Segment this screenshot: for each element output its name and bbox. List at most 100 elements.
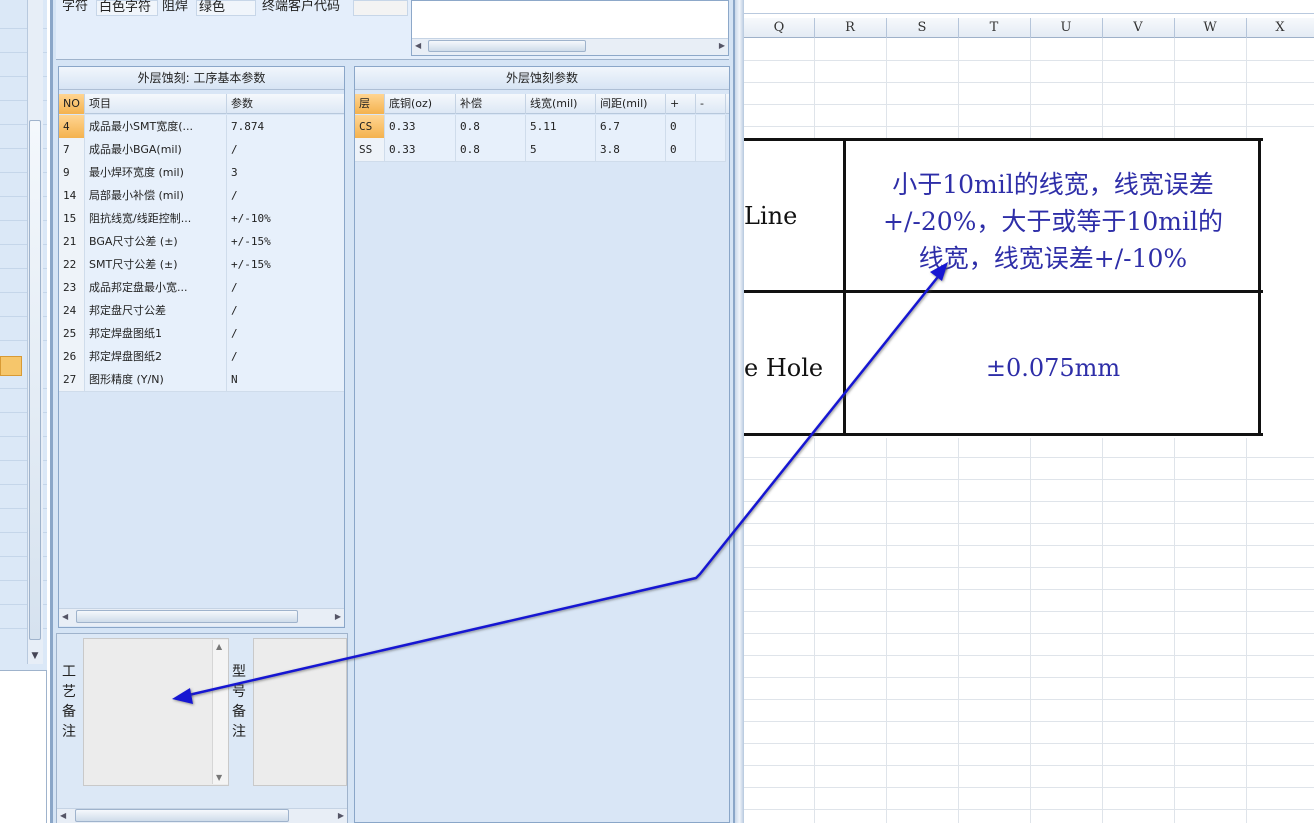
row-item: 局部最小补偿 (mil) (85, 184, 227, 207)
top-scroll-thumb[interactable] (428, 40, 586, 52)
col-layer-header[interactable]: 层 (355, 94, 385, 114)
column-header-u[interactable]: U (1030, 18, 1103, 38)
etching-params-title: 外层蚀刻参数 (355, 67, 729, 90)
char-value-field[interactable]: 白色字符 (96, 0, 158, 16)
row-param[interactable]: +/-15% (227, 253, 344, 276)
row-base-copper[interactable]: 0.33 (385, 138, 456, 161)
row-line-width[interactable]: 5.11 (526, 115, 596, 138)
basic-params-title: 外层蚀刻: 工序基本参数 (59, 67, 344, 90)
scroll-right-arrow-icon[interactable]: ▶ (335, 612, 341, 621)
basic-params-panel: 外层蚀刻: 工序基本参数 NO 项目 参数 4 成品最小SMT宽度(... 7.… (58, 66, 345, 628)
row-compensation[interactable]: 0.8 (456, 138, 526, 161)
etching-params-header: 层 底铜(oz) 补偿 线宽(mil) 间距(mil) + - (355, 94, 729, 114)
table-row[interactable]: 25 邦定焊盘图纸1 / (59, 322, 344, 346)
row-param[interactable]: 7.874 (227, 115, 344, 138)
mask-value-field[interactable]: 绿色 (196, 0, 256, 16)
scroll-up-arrow-icon[interactable]: ▲ (216, 642, 222, 651)
process-notes-scrollbar[interactable]: ▲ ▼ (212, 640, 228, 784)
row-no: 9 (59, 161, 85, 184)
column-header-s[interactable]: S (886, 18, 959, 38)
row-line-width[interactable]: 5 (526, 138, 596, 161)
row-spacing[interactable]: 3.8 (596, 138, 666, 161)
col-spacing-header[interactable]: 间距(mil) (596, 94, 666, 114)
row-param[interactable]: +/-10% (227, 207, 344, 230)
row-param[interactable]: / (227, 299, 344, 322)
col-item-header[interactable]: 项目 (85, 94, 227, 114)
hole-value-cell[interactable]: ±0.075mm (854, 354, 1252, 382)
col-param-header[interactable]: 参数 (227, 94, 344, 114)
scroll-right-arrow-icon[interactable]: ▶ (719, 41, 725, 50)
column-header-t[interactable]: T (958, 18, 1031, 38)
scroll-left-arrow-icon[interactable]: ◀ (415, 41, 421, 50)
table-row[interactable]: 14 局部最小补偿 (mil) / (59, 184, 344, 208)
column-header-r[interactable]: R (814, 18, 887, 38)
process-notes-textarea[interactable] (83, 638, 229, 786)
scroll-left-arrow-icon[interactable]: ◀ (62, 612, 68, 621)
col-base-copper-header[interactable]: 底铜(oz) (385, 94, 456, 114)
row-layer: SS (355, 138, 385, 161)
scroll-down-arrow-icon[interactable]: ▼ (216, 773, 222, 782)
table-row[interactable]: 4 成品最小SMT宽度(... 7.874 (59, 115, 344, 139)
row-param[interactable]: N (227, 368, 344, 391)
col-line-width-header[interactable]: 线宽(mil) (526, 94, 596, 114)
background-selected-row[interactable] (0, 356, 22, 376)
col-plus-header[interactable]: + (666, 94, 696, 114)
scroll-right-arrow-icon[interactable]: ▶ (338, 811, 344, 820)
model-notes-label: 型号备注 (232, 662, 248, 742)
row-param[interactable]: +/-15% (227, 230, 344, 253)
row-param[interactable]: 3 (227, 161, 344, 184)
column-header-w[interactable]: W (1174, 18, 1247, 38)
table-row[interactable]: 26 邦定焊盘图纸2 / (59, 345, 344, 369)
row-no: 7 (59, 138, 85, 161)
scroll-down-arrow-icon[interactable]: ▼ (27, 648, 43, 664)
table-row[interactable]: 27 图形精度 (Y/N) N (59, 368, 344, 392)
column-header-v[interactable]: V (1102, 18, 1175, 38)
spec-table[interactable]: Line 小于10mil的线宽，线宽误差 +/-20%，大于或等于10mil的 … (744, 138, 1263, 438)
line-value-cell[interactable]: 小于10mil的线宽，线宽误差 +/-20%，大于或等于10mil的 线宽，线宽… (854, 166, 1252, 277)
row-base-copper[interactable]: 0.33 (385, 115, 456, 138)
table-row[interactable]: 23 成品邦定盘最小宽... / (59, 276, 344, 300)
table-row[interactable]: CS 0.33 0.8 5.11 6.7 0 (355, 115, 726, 139)
model-notes-textarea[interactable] (253, 638, 347, 786)
hole-label-cell[interactable]: e Hole (744, 354, 823, 382)
col-minus-header[interactable]: - (696, 94, 726, 114)
row-no: 15 (59, 207, 85, 230)
background-scroll-thumb[interactable] (29, 120, 41, 640)
table-border-divider (843, 138, 846, 436)
process-notes-label: 工艺备注 (62, 662, 78, 742)
row-param[interactable]: / (227, 138, 344, 161)
notes-scroll-thumb[interactable] (75, 809, 289, 822)
col-no-header[interactable]: NO (59, 94, 85, 114)
table-row[interactable]: 7 成品最小BGA(mil) / (59, 138, 344, 162)
row-minus[interactable] (696, 115, 726, 138)
table-row[interactable]: 24 邦定盘尺寸公差 / (59, 299, 344, 323)
table-row[interactable]: 9 最小焊环宽度 (mil) 3 (59, 161, 344, 185)
line-value-text-1: 小于10mil的线宽，线宽误差 (892, 170, 1214, 199)
etching-params-rows: CS 0.33 0.8 5.11 6.7 0 SS 0.33 0.8 5 3.8… (355, 115, 726, 162)
row-minus[interactable] (696, 138, 726, 161)
row-param[interactable]: / (227, 276, 344, 299)
row-param[interactable]: / (227, 184, 344, 207)
scroll-left-arrow-icon[interactable]: ◀ (60, 811, 66, 820)
dialog-splitter[interactable] (735, 0, 744, 823)
row-compensation[interactable]: 0.8 (456, 115, 526, 138)
row-param[interactable]: / (227, 322, 344, 345)
row-no: 21 (59, 230, 85, 253)
row-plus[interactable]: 0 (666, 138, 696, 161)
customer-code-field[interactable] (353, 0, 408, 16)
column-header-x[interactable]: X (1246, 18, 1314, 38)
table-row[interactable]: 15 阻抗线宽/线距控制... +/-10% (59, 207, 344, 231)
column-header-q[interactable]: Q (744, 18, 815, 38)
table-row[interactable]: 22 SMT尺寸公差 (±) +/-15% (59, 253, 344, 277)
params-scroll-thumb[interactable] (76, 610, 298, 623)
table-row[interactable]: 21 BGA尺寸公差 (±) +/-15% (59, 230, 344, 254)
line-label-cell[interactable]: Line (744, 202, 797, 230)
row-spacing[interactable]: 6.7 (596, 115, 666, 138)
table-border-top (744, 138, 1263, 141)
row-no: 22 (59, 253, 85, 276)
row-plus[interactable]: 0 (666, 115, 696, 138)
table-row[interactable]: SS 0.33 0.8 5 3.8 0 (355, 138, 726, 162)
row-param[interactable]: / (227, 345, 344, 368)
col-compensation-header[interactable]: 补偿 (456, 94, 526, 114)
column-header-row: Q R S T U V W X (744, 18, 1314, 38)
